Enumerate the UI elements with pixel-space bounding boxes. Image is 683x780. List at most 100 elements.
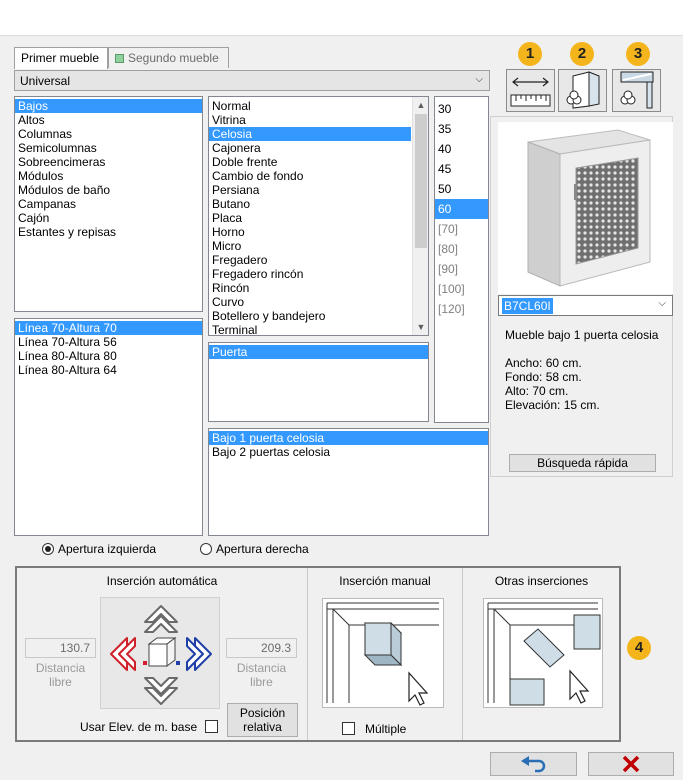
chevron-down-icon: ⌵: [475, 74, 483, 85]
subtype-list[interactable]: Puerta: [208, 342, 429, 422]
category-list[interactable]: Bajos Altos Columnas Semicolumnas Sobreencim…: [14, 96, 203, 312]
type-list-item[interactable]: Butano: [209, 197, 411, 211]
height-info: Alto: 70 cm.: [505, 384, 569, 398]
measure-button[interactable]: [506, 69, 555, 112]
quick-search-button[interactable]: Búsqueda rápida: [509, 454, 656, 472]
model-list[interactable]: Bajo 1 puerta celosia Bajo 2 puertas celo…: [208, 428, 489, 536]
relative-position-button[interactable]: Posición relativa: [227, 703, 298, 737]
color-swatch-icon: [115, 54, 124, 63]
up-arrow-icon: [144, 605, 178, 633]
category-list-item[interactable]: Campanas: [15, 197, 202, 211]
width-list-item[interactable]: [90]: [435, 259, 488, 279]
width-list-item[interactable]: 35: [435, 119, 488, 139]
type-list-item[interactable]: Micro: [209, 239, 411, 253]
button-label-line: Posición: [239, 706, 286, 720]
category-list-item[interactable]: Cajón: [15, 211, 202, 225]
left-distance-field[interactable]: 130.7: [25, 638, 96, 658]
category-list-item[interactable]: Módulos: [15, 169, 202, 183]
code-select[interactable]: B7CL60I ⌵: [498, 295, 673, 316]
type-list-item[interactable]: Fregadero rincón: [209, 267, 411, 281]
type-list-item[interactable]: Botellero y bandejero: [209, 309, 411, 323]
type-list[interactable]: Normal Vitrina Celosia Cajonera Doble frente…: [208, 96, 429, 336]
opening-right-label: Apertura derecha: [216, 542, 309, 556]
divider: [307, 568, 308, 740]
scroll-up-icon[interactable]: ▲: [413, 97, 428, 113]
line-list[interactable]: Línea 70-Altura 70 Línea 70-Altura 56 Líne…: [14, 318, 203, 536]
down-arrow-icon: [144, 677, 178, 705]
title-bar: [0, 0, 683, 36]
cancel-button[interactable]: [588, 752, 674, 776]
width-list-item[interactable]: [120]: [435, 299, 488, 319]
type-list-item[interactable]: Vitrina: [209, 113, 411, 127]
manual-insert-button[interactable]: [322, 598, 444, 708]
category-list-item[interactable]: Sobreencimeras: [15, 155, 202, 169]
right-arrow-icon: [186, 637, 212, 671]
door-icon: [566, 71, 600, 109]
category-list-item[interactable]: Estantes y repisas: [15, 225, 202, 239]
use-elev-checkbox[interactable]: Usar Elev. de m. base: [80, 720, 218, 734]
width-list-item[interactable]: 40: [435, 139, 488, 159]
category-list-item[interactable]: Bajos: [15, 99, 202, 113]
width-list-item[interactable]: 30: [435, 99, 488, 119]
undo-button[interactable]: [490, 752, 577, 776]
checkbox-icon: [204, 720, 218, 733]
width-list-item[interactable]: 60: [435, 199, 488, 219]
category-list-item[interactable]: Columnas: [15, 127, 202, 141]
distance-label-line: libre: [250, 675, 273, 689]
tab-label: Primer mueble: [21, 51, 100, 65]
scroll-thumb[interactable]: [415, 114, 427, 248]
type-list-item[interactable]: Rincón: [209, 281, 411, 295]
checkbox-icon: [342, 722, 355, 735]
line-list-item[interactable]: Línea 80-Altura 80: [15, 349, 202, 363]
width-list-item[interactable]: [80]: [435, 239, 488, 259]
width-list-item[interactable]: 45: [435, 159, 488, 179]
right-distance-field[interactable]: 209.3: [226, 638, 297, 658]
radio-icon: [200, 543, 212, 555]
badge-2: 2: [570, 42, 594, 66]
type-list-item[interactable]: Doble frente: [209, 155, 411, 169]
type-list-item[interactable]: Fregadero: [209, 253, 411, 267]
type-list-item[interactable]: Placa: [209, 211, 411, 225]
scroll-down-icon[interactable]: ▼: [413, 319, 428, 335]
line-list-item[interactable]: Línea 70-Altura 70: [15, 321, 202, 335]
close-icon: [622, 755, 640, 773]
model-list-item[interactable]: Bajo 1 puerta celosia: [209, 431, 488, 445]
subtype-list-item[interactable]: Puerta: [209, 345, 428, 359]
panel-icon: [620, 71, 654, 109]
opening-right-radio[interactable]: Apertura derecha: [200, 542, 309, 556]
tab-primer-mueble[interactable]: Primer mueble: [14, 47, 108, 69]
type-list-item[interactable]: Curvo: [209, 295, 411, 309]
divider: [462, 568, 463, 740]
category-list-item[interactable]: Semicolumnas: [15, 141, 202, 155]
width-list-item[interactable]: [100]: [435, 279, 488, 299]
distance-label-line: Distancia: [35, 661, 86, 675]
width-list-item[interactable]: 50: [435, 179, 488, 199]
line-list-item[interactable]: Línea 80-Altura 64: [15, 363, 202, 377]
left-distance-label: Distancia libre: [25, 661, 96, 689]
type-list-scrollbar[interactable]: ▲ ▼: [412, 97, 428, 335]
line-list-item[interactable]: Línea 70-Altura 56: [15, 335, 202, 349]
opening-left-radio[interactable]: Apertura izquierda: [42, 542, 156, 556]
catalog-select[interactable]: Universal ⌵: [14, 70, 490, 91]
panel-finish-button[interactable]: [612, 69, 661, 112]
model-list-item[interactable]: Bajo 2 puertas celosia: [209, 445, 488, 459]
category-list-item[interactable]: Altos: [15, 113, 202, 127]
type-list-item[interactable]: Horno: [209, 225, 411, 239]
other-insert-button[interactable]: [483, 598, 603, 708]
width-list[interactable]: 30 35 40 45 50 60 [70] [80] [90] [100] [120]: [434, 96, 489, 423]
tab-segundo-mueble[interactable]: Segundo mueble: [108, 47, 229, 68]
type-list-item[interactable]: Cajonera: [209, 141, 411, 155]
type-list-item[interactable]: Cambio de fondo: [209, 169, 411, 183]
type-list-item[interactable]: Persiana: [209, 183, 411, 197]
multiple-checkbox[interactable]: Múltiple: [342, 722, 406, 736]
type-list-item[interactable]: Normal: [209, 99, 411, 113]
door-finish-button[interactable]: [558, 69, 607, 112]
badge-4: 4: [627, 636, 651, 660]
width-list-item[interactable]: [70]: [435, 219, 488, 239]
type-list-item[interactable]: Terminal: [209, 323, 411, 335]
category-list-item[interactable]: Módulos de baño: [15, 183, 202, 197]
code-select-value: B7CL60I: [502, 298, 553, 314]
type-list-item[interactable]: Celosia: [209, 127, 411, 141]
depth-info: Fondo: 58 cm.: [505, 370, 582, 384]
other-insert-icon: [487, 602, 601, 706]
